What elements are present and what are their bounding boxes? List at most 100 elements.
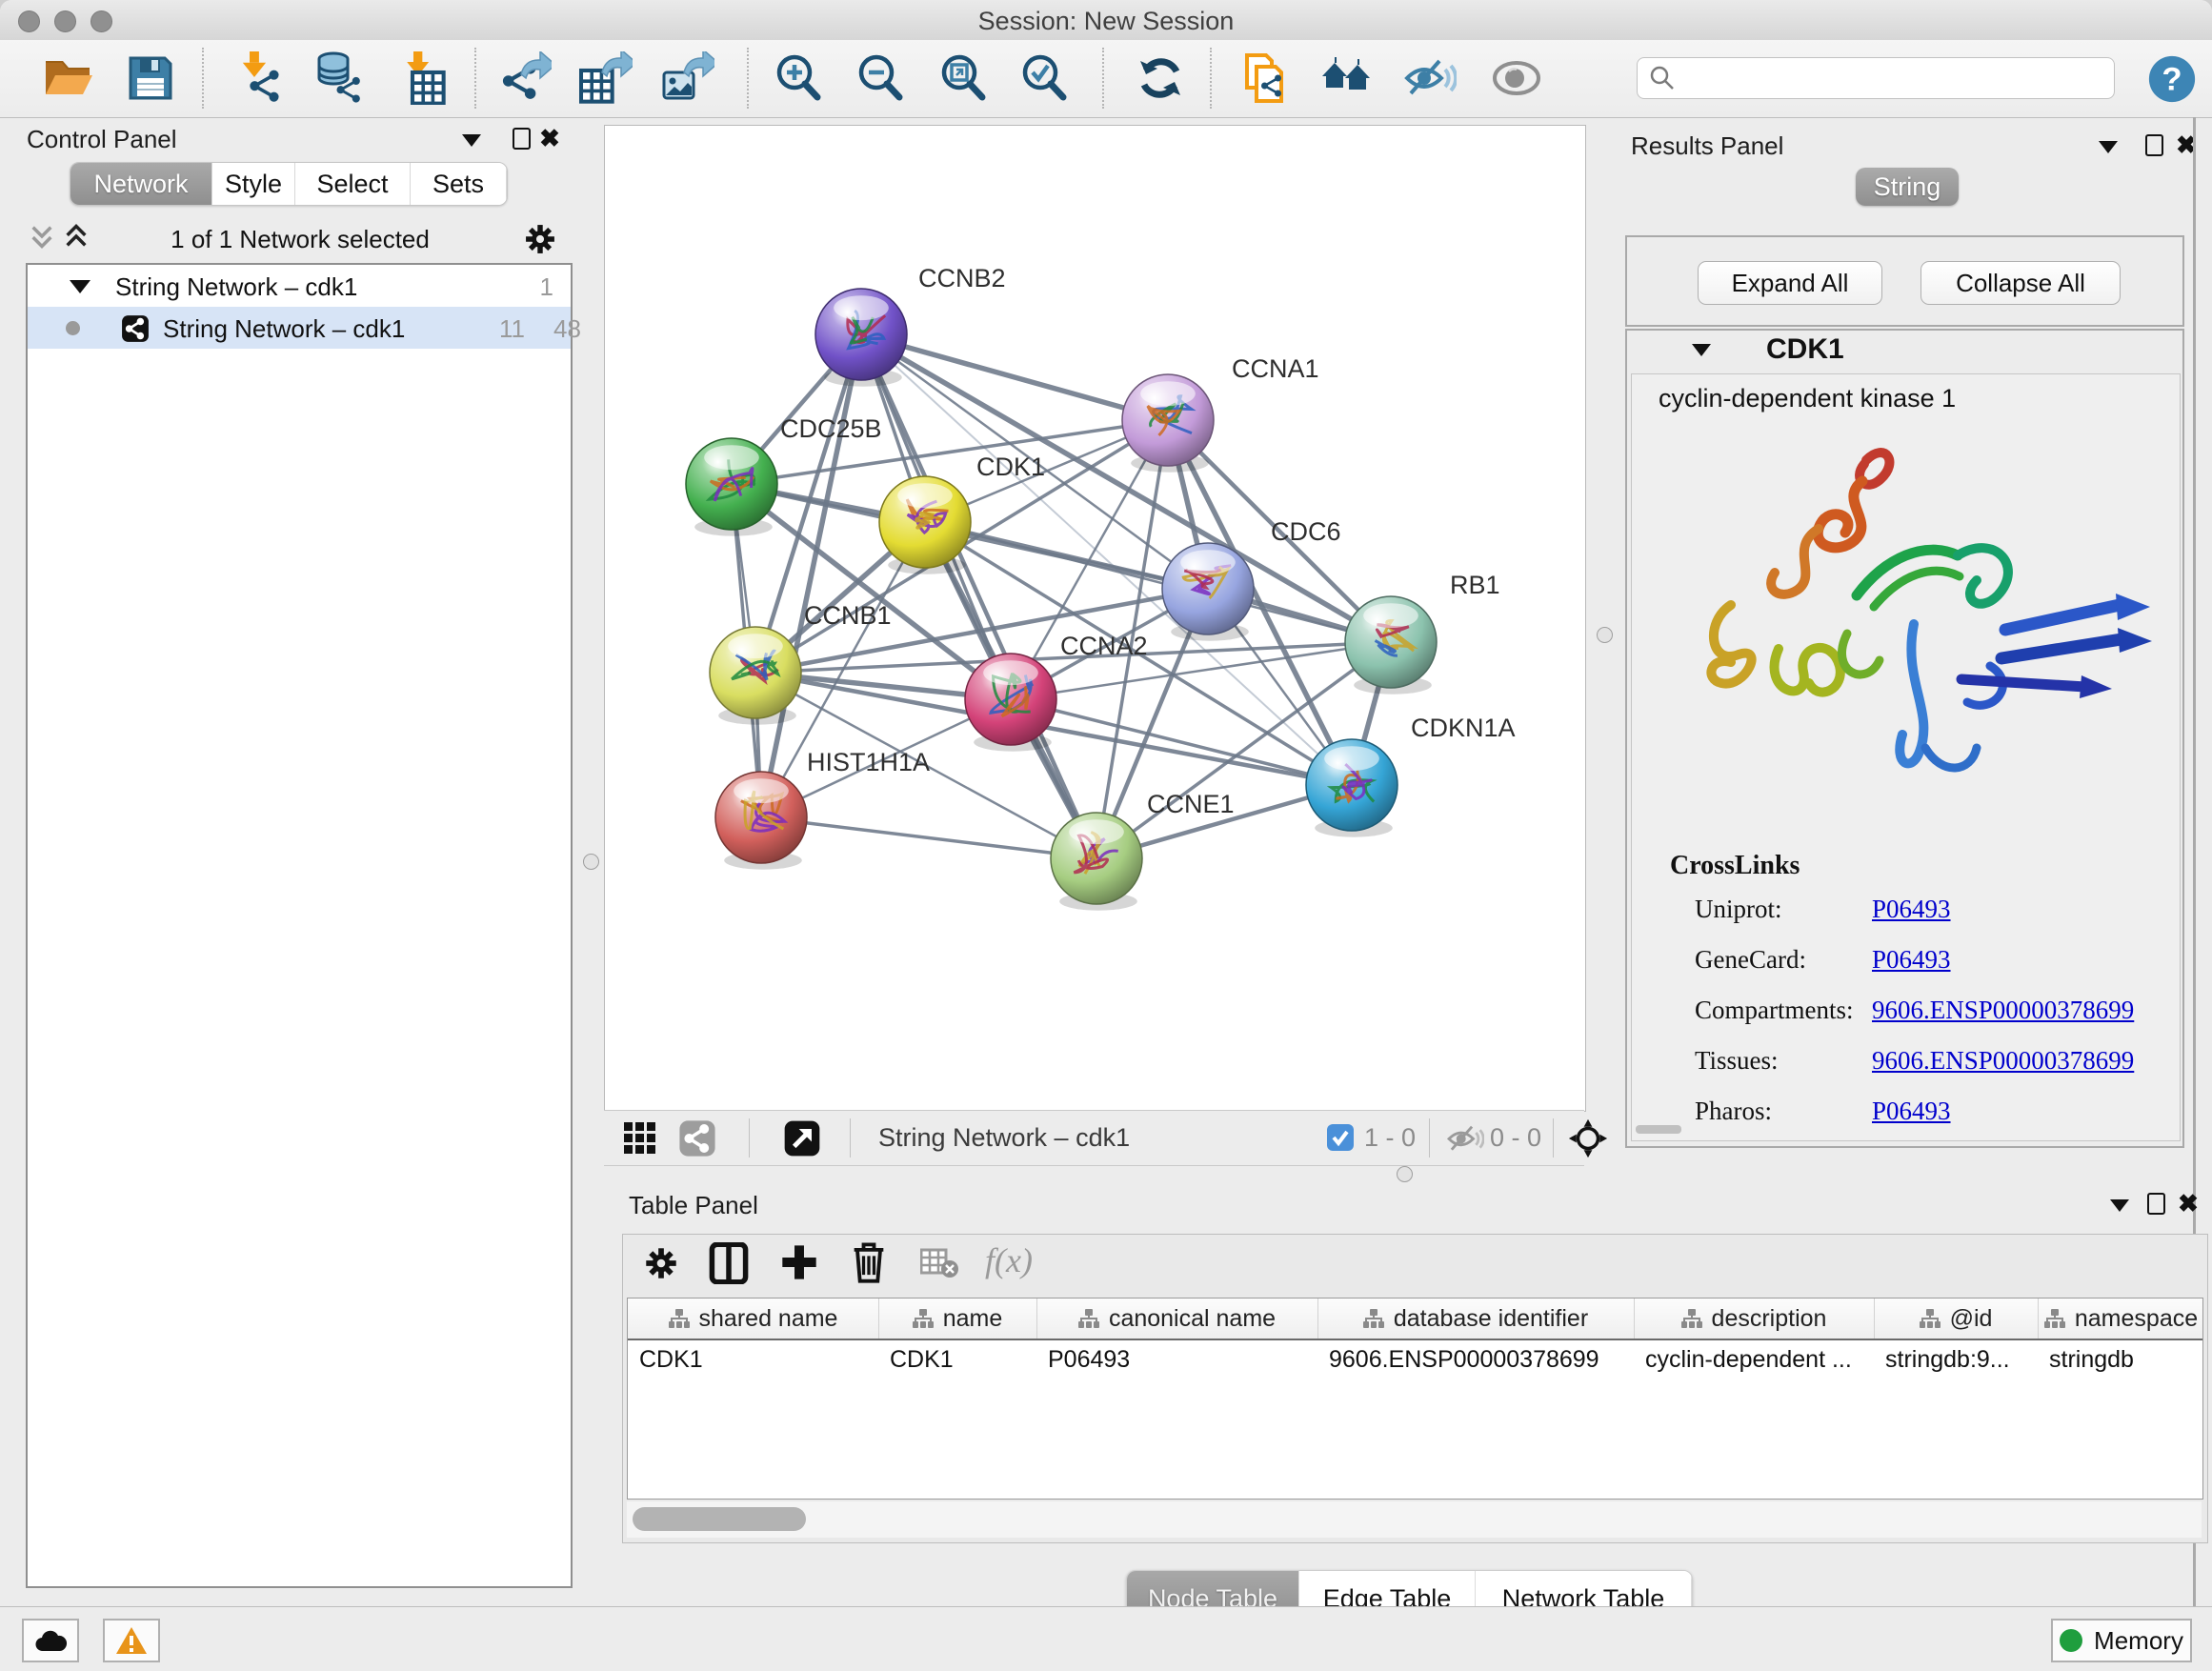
- table-panel-float-icon[interactable]: [2143, 1191, 2168, 1216]
- node-CCNB1[interactable]: [710, 627, 801, 725]
- edge-CCNA2-CDKN1A[interactable]: [1011, 699, 1352, 785]
- table-hscroll-thumb[interactable]: [633, 1507, 806, 1531]
- selected-checkbox-icon[interactable]: [1326, 1123, 1355, 1157]
- string-home-icon[interactable]: [1320, 51, 1374, 105]
- share-view-icon[interactable]: [678, 1119, 716, 1162]
- open-session-icon[interactable]: [42, 51, 95, 105]
- import-table-icon[interactable]: [393, 51, 447, 105]
- network-canvas[interactable]: CCNB2CCNA1CDC25BCDK1CDC6RB1CCNB1CCNA2CDK…: [604, 125, 1586, 1112]
- table-cell[interactable]: cyclin-dependent ...: [1634, 1340, 1874, 1379]
- hide-unhide-icon[interactable]: [1403, 51, 1457, 105]
- export-table-icon[interactable]: [579, 51, 633, 105]
- export-network-icon[interactable]: [498, 51, 552, 105]
- node-CCNA1[interactable]: [1122, 374, 1214, 473]
- node-CDC25B[interactable]: [686, 438, 777, 536]
- control-panel-float-icon[interactable]: [509, 126, 533, 151]
- edge-HIST1H1A-CCNE1[interactable]: [761, 817, 1096, 858]
- column-header-description[interactable]: description: [1634, 1299, 1875, 1339]
- node-CCNA2[interactable]: [965, 654, 1056, 752]
- table-cell[interactable]: 9606.ENSP00000378699: [1317, 1340, 1634, 1379]
- node-CDK1[interactable]: [879, 476, 971, 574]
- show-graphics-details-icon[interactable]: [1490, 51, 1543, 105]
- tab-sets[interactable]: Sets: [411, 163, 507, 205]
- node-RB1[interactable]: [1345, 596, 1437, 695]
- column-header-database-identifier[interactable]: database identifier: [1317, 1299, 1635, 1339]
- node-CDC6[interactable]: [1162, 543, 1254, 641]
- refresh-icon[interactable]: [1134, 51, 1187, 105]
- table-cell[interactable]: CDK1: [878, 1340, 1036, 1379]
- crosslink-link[interactable]: P06493: [1872, 895, 1951, 924]
- zoom-in-icon[interactable]: [773, 51, 826, 105]
- current-network-indicator: [66, 321, 80, 335]
- crosslink-link[interactable]: P06493: [1872, 1097, 1951, 1126]
- expand-all-button[interactable]: Expand All: [1698, 261, 1882, 305]
- tab-select[interactable]: Select: [295, 163, 411, 205]
- network-tree-row[interactable]: String Network – cdk1 11 48: [28, 307, 571, 349]
- column-header-name[interactable]: name: [878, 1299, 1037, 1339]
- search-input[interactable]: [1637, 57, 2115, 99]
- column-header-namespace[interactable]: namespace: [2038, 1299, 2203, 1339]
- node-HIST1H1A[interactable]: [715, 772, 807, 870]
- tab-network[interactable]: Network: [70, 163, 212, 205]
- node-label-RB1: RB1: [1450, 571, 1500, 599]
- table-hscrollbar[interactable]: [627, 1501, 2202, 1538]
- fit-selected-target-icon[interactable]: [1568, 1118, 1608, 1163]
- column-header-shared-name[interactable]: shared name: [628, 1299, 879, 1339]
- cloud-status-button[interactable]: [22, 1619, 79, 1662]
- zoom-out-icon[interactable]: [855, 51, 908, 105]
- tab-style[interactable]: Style: [212, 163, 295, 205]
- svg-text:?: ?: [2162, 62, 2182, 98]
- crosslink-link[interactable]: 9606.ENSP00000378699: [1872, 1046, 2134, 1076]
- tab-string[interactable]: String: [1856, 168, 1959, 206]
- zoom-fit-icon[interactable]: [937, 51, 991, 105]
- entry-collapse-icon[interactable]: [1692, 344, 1711, 361]
- warning-status-button[interactable]: [103, 1619, 160, 1662]
- table-panel-close-icon[interactable]: ✖: [2176, 1191, 2201, 1216]
- network-options-gear-icon[interactable]: [522, 221, 558, 262]
- node-CDKN1A[interactable]: [1306, 739, 1398, 837]
- control-panel-menu-icon[interactable]: [459, 128, 484, 152]
- crosslink-link[interactable]: 9606.ENSP00000378699: [1872, 996, 2134, 1025]
- results-panel-menu-icon[interactable]: [2096, 134, 2121, 159]
- left-splitter-handle[interactable]: [583, 854, 599, 870]
- edge-CCNB2-CCNE1[interactable]: [861, 334, 1096, 858]
- crosslink-label: Uniprot:: [1695, 895, 1782, 924]
- help-icon[interactable]: ?: [2146, 53, 2200, 107]
- results-hscroll-thumb[interactable]: [1636, 1125, 1681, 1134]
- import-network-file-icon[interactable]: [231, 51, 284, 105]
- delete-columns-icon[interactable]: [850, 1240, 888, 1289]
- save-session-icon[interactable]: [124, 51, 177, 105]
- network-graph[interactable]: CCNB2CCNA1CDC25BCDK1CDC6RB1CCNB1CCNA2CDK…: [605, 126, 1585, 1111]
- column-header-canonical-name[interactable]: canonical name: [1036, 1299, 1318, 1339]
- birdseye-view-icon[interactable]: [783, 1119, 821, 1162]
- results-panel-float-icon[interactable]: [2142, 132, 2166, 157]
- tree-collapse-icon[interactable]: [70, 280, 90, 293]
- bottom-splitter-handle[interactable]: [1397, 1166, 1413, 1182]
- network-tree-root-row[interactable]: String Network – cdk1 1: [28, 265, 571, 307]
- grid-view-icon[interactable]: [623, 1121, 657, 1160]
- right-splitter-handle[interactable]: [1597, 627, 1613, 643]
- table-cell[interactable]: stringdb:9...: [1874, 1340, 2038, 1379]
- collapse-all-button[interactable]: Collapse All: [1920, 261, 2121, 305]
- export-image-icon[interactable]: [661, 51, 714, 105]
- table-cell[interactable]: P06493: [1036, 1340, 1317, 1379]
- import-network-database-icon[interactable]: [312, 51, 366, 105]
- table-panel-menu-icon[interactable]: [2107, 1193, 2132, 1218]
- control-panel-close-icon[interactable]: ✖: [537, 126, 562, 151]
- zoom-selected-icon[interactable]: [1018, 51, 1072, 105]
- table-cell[interactable]: CDK1: [628, 1340, 878, 1379]
- show-columns-icon[interactable]: [709, 1242, 749, 1289]
- table-cell[interactable]: stringdb: [2038, 1340, 2203, 1379]
- create-column-icon[interactable]: [779, 1242, 819, 1287]
- table-settings-gear-icon[interactable]: [642, 1244, 680, 1287]
- collapse-all-networks-icon[interactable]: [29, 223, 55, 254]
- edge-CCNB2-HIST1H1A[interactable]: [761, 334, 861, 817]
- crosslink-link[interactable]: P06493: [1872, 945, 1951, 975]
- column-header--id[interactable]: @id: [1874, 1299, 2039, 1339]
- node-CCNE1[interactable]: [1051, 813, 1142, 911]
- new-network-from-selection-icon[interactable]: [1237, 51, 1291, 105]
- memory-button[interactable]: Memory: [2051, 1619, 2192, 1662]
- search-field[interactable]: [1687, 62, 2101, 94]
- string-network-icon: [121, 314, 150, 350]
- expand-all-networks-icon[interactable]: [63, 223, 90, 254]
